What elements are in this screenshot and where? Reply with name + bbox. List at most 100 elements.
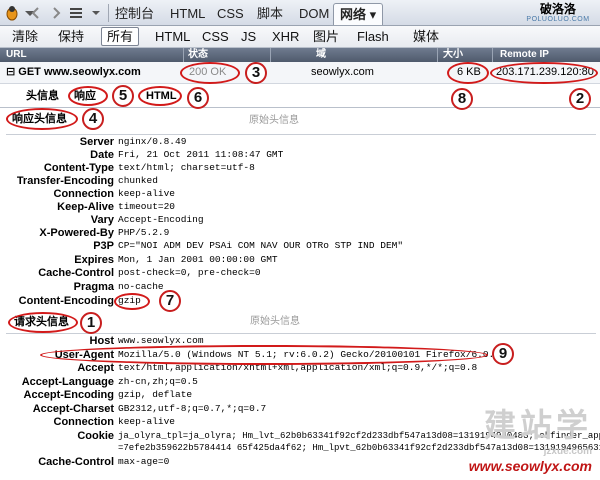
highlight-status bbox=[180, 62, 240, 84]
column-size[interactable]: 大小 bbox=[443, 49, 463, 61]
header-value: keep-alive bbox=[118, 188, 176, 199]
annotation-number-1: 1 bbox=[80, 312, 102, 334]
header-row: X-Powered-By PHP/5.2.9 bbox=[0, 226, 600, 240]
header-key: Vary bbox=[90, 214, 114, 226]
highlight-size bbox=[447, 62, 489, 84]
header-key: X-Powered-By bbox=[39, 227, 114, 239]
request-domain: seowlyx.com bbox=[311, 66, 374, 78]
header-value: PHP/5.2.9 bbox=[118, 227, 170, 238]
header-key: Host bbox=[89, 335, 114, 347]
column-separator[interactable] bbox=[270, 48, 271, 62]
header-value: Accept-Encoding bbox=[118, 214, 204, 225]
header-row: Connection keep-alive bbox=[0, 187, 600, 201]
column-remote-ip[interactable]: Remote IP bbox=[500, 49, 549, 61]
header-row: Transfer-Encoding chunked bbox=[0, 174, 600, 188]
response-raw-headers-link[interactable]: 原始头信息 bbox=[249, 115, 299, 127]
header-key: Content-Type bbox=[43, 162, 114, 174]
annotation-number-9: 9 bbox=[492, 343, 514, 365]
header-value: zh-cn,zh;q=0.5 bbox=[118, 376, 198, 387]
header-key: Cache-Control bbox=[38, 267, 114, 279]
highlight-gzip bbox=[114, 293, 150, 310]
highlight-user-agent bbox=[40, 345, 488, 365]
tab-headers[interactable]: 头信息 bbox=[26, 90, 59, 103]
header-value: Fri, 21 Oct 2011 11:08:47 GMT bbox=[118, 149, 284, 160]
back-icon[interactable] bbox=[28, 5, 44, 21]
header-value: gzip, deflate bbox=[118, 389, 193, 400]
header-value: Mon, 1 Jan 2001 00:00:00 GMT bbox=[118, 254, 278, 265]
request-url[interactable]: ⊟ GET www.seowlyx.com bbox=[6, 66, 141, 79]
header-key: Accept bbox=[77, 362, 114, 374]
annotation-number-6: 6 bbox=[187, 87, 209, 109]
filter-css[interactable]: CSS bbox=[202, 29, 229, 44]
column-separator[interactable] bbox=[183, 48, 184, 62]
filter-all[interactable]: 所有 bbox=[101, 27, 140, 46]
header-key: Date bbox=[90, 149, 114, 161]
header-key: Cache-Control bbox=[38, 456, 114, 468]
header-value: GB2312,utf-8;q=0.7,*;q=0.7 bbox=[118, 403, 267, 414]
annotation-number-5: 5 bbox=[112, 85, 134, 107]
header-row: Cache-Control post-check=0, pre-check=0 bbox=[0, 266, 600, 280]
filter-media[interactable]: 媒体 bbox=[413, 29, 439, 44]
header-key: Server bbox=[79, 136, 114, 148]
watermark-domain: jzxue.com bbox=[543, 446, 592, 457]
tab-html[interactable]: HTML bbox=[170, 6, 205, 21]
column-separator[interactable] bbox=[492, 48, 493, 62]
tab-css[interactable]: CSS bbox=[217, 6, 244, 21]
logo-text-en: POLUOLUO.COM bbox=[526, 16, 590, 23]
column-url[interactable]: URL bbox=[6, 49, 27, 61]
header-value: post-check=0, pre-check=0 bbox=[118, 267, 261, 278]
header-row: Keep-Alive timeout=20 bbox=[0, 200, 600, 214]
filter-images[interactable]: 图片 bbox=[313, 29, 339, 44]
filter-html[interactable]: HTML bbox=[155, 29, 190, 44]
header-value: chunked bbox=[118, 175, 158, 186]
header-row: Date Fri, 21 Oct 2011 11:08:47 GMT bbox=[0, 148, 600, 162]
header-key: Expires bbox=[74, 254, 114, 266]
header-value: no-cache bbox=[118, 281, 164, 292]
firebug-icon[interactable] bbox=[4, 5, 20, 21]
column-status[interactable]: 状态 bbox=[188, 49, 208, 61]
menu-dropdown-icon[interactable] bbox=[88, 5, 104, 21]
menu-icon[interactable] bbox=[68, 5, 84, 21]
header-key: Accept-Language bbox=[21, 376, 114, 388]
header-row: Accept-Language zh-cn,zh;q=0.5 bbox=[0, 375, 600, 389]
logo-text-cn: 破洛洛 bbox=[539, 2, 576, 16]
header-key: Transfer-Encoding bbox=[16, 175, 114, 187]
tab-net[interactable]: 网络 ▾ bbox=[333, 3, 384, 25]
net-filter-bar: 清除 保持 所有 HTML CSS JS XHR 图片 Flash 媒体 bbox=[0, 26, 600, 48]
annotation-number-2: 2 bbox=[569, 88, 591, 110]
persist-button[interactable]: 保持 bbox=[58, 29, 84, 44]
header-value: max-age=0 bbox=[118, 456, 170, 467]
filter-xhr[interactable]: XHR bbox=[272, 29, 299, 44]
forward-icon[interactable] bbox=[48, 5, 64, 21]
request-raw-headers-link[interactable]: 原始头信息 bbox=[250, 316, 300, 328]
header-value: text/html; charset=utf-8 bbox=[118, 162, 255, 173]
tab-script[interactable]: 脚本 bbox=[257, 6, 283, 21]
header-row: P3P CP="NOI ADM DEV PSAi COM NAV OUR OTRo… bbox=[0, 239, 600, 253]
filter-flash[interactable]: Flash bbox=[357, 29, 389, 44]
highlight-response-tab bbox=[68, 86, 108, 106]
filter-js[interactable]: JS bbox=[241, 29, 256, 44]
header-key: Content-Encoding bbox=[18, 295, 114, 307]
header-key: Connection bbox=[53, 416, 115, 428]
header-row: Server nginx/0.8.49 bbox=[0, 135, 600, 149]
header-key: P3P bbox=[93, 240, 114, 252]
highlight-response-headers bbox=[6, 108, 78, 130]
header-row: Content-Encoding gzip bbox=[0, 294, 600, 308]
header-row: Expires Mon, 1 Jan 2001 00:00:00 GMT bbox=[0, 253, 600, 267]
header-key: Cookie bbox=[77, 430, 114, 442]
highlight-html-tab bbox=[138, 86, 182, 106]
firebug-toolbar: 控制台 HTML CSS 脚本 DOM 网络 ▾ 破洛洛 POLUOLUO.CO… bbox=[0, 0, 600, 26]
highlight-remote-ip bbox=[490, 62, 598, 84]
header-row: Vary Accept-Encoding bbox=[0, 213, 600, 227]
toolbar-separator bbox=[108, 4, 109, 22]
column-domain[interactable]: 域 bbox=[316, 49, 326, 61]
column-separator[interactable] bbox=[437, 48, 438, 62]
tab-dom[interactable]: DOM bbox=[299, 6, 329, 21]
watermark-url: www.seowlyx.com bbox=[468, 458, 592, 474]
header-key: Accept-Encoding bbox=[23, 389, 114, 401]
header-key: Pragma bbox=[73, 281, 114, 293]
tab-console[interactable]: 控制台 bbox=[115, 6, 154, 21]
annotation-number-3: 3 bbox=[245, 62, 267, 84]
clear-button[interactable]: 清除 bbox=[12, 29, 38, 44]
annotation-number-7: 7 bbox=[159, 290, 181, 312]
